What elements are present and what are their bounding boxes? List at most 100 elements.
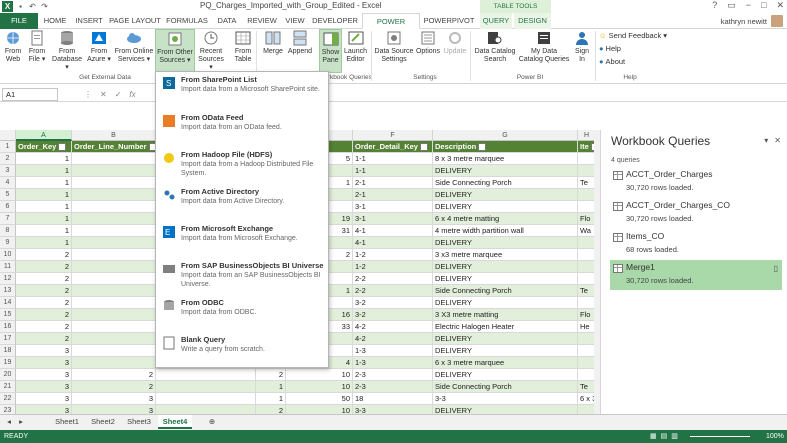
- table-cell[interactable]: 10: [286, 369, 353, 381]
- row-number[interactable]: 13: [0, 285, 16, 297]
- row-number[interactable]: 23: [0, 405, 16, 414]
- table-cell[interactable]: 1-2: [353, 261, 433, 273]
- table-cell[interactable]: 3: [72, 405, 156, 414]
- tab-query[interactable]: QUERY: [480, 13, 512, 29]
- table-cell[interactable]: [72, 345, 156, 357]
- tab-insert[interactable]: INSERT: [72, 13, 106, 29]
- merge-button[interactable]: Merge: [261, 29, 285, 73]
- table-cell[interactable]: 2: [16, 273, 72, 285]
- menu-item-sharepoint-list[interactable]: S From SharePoint List Import data from …: [156, 74, 328, 108]
- recent-sources-button[interactable]: Recent Sources ▾: [197, 29, 225, 73]
- table-cell[interactable]: 2: [16, 309, 72, 321]
- launch-editor-button[interactable]: Launch Editor: [343, 29, 368, 73]
- table-cell[interactable]: DELIVERY: [433, 261, 578, 273]
- new-sheet-icon[interactable]: ⊕: [206, 415, 218, 429]
- table-cell[interactable]: 10: [286, 381, 353, 393]
- row-number[interactable]: 9: [0, 237, 16, 249]
- my-data-catalog-queries-button[interactable]: My Data Catalog Queries: [518, 29, 570, 73]
- row-number[interactable]: 22: [0, 393, 16, 405]
- about-button[interactable]: ● About: [599, 57, 625, 66]
- zoom-slider[interactable]: [690, 436, 750, 437]
- table-cell[interactable]: 1: [256, 393, 286, 405]
- close-icon[interactable]: ✕: [776, 0, 784, 11]
- table-cell[interactable]: 2-2: [353, 273, 433, 285]
- table-cell[interactable]: DELIVERY: [433, 369, 578, 381]
- table-cell[interactable]: 1: [16, 225, 72, 237]
- table-cell[interactable]: 50: [286, 393, 353, 405]
- row-number[interactable]: 20: [0, 369, 16, 381]
- menu-item-sap-businessobjects[interactable]: From SAP BusinessObjects BI Universe Imp…: [156, 260, 328, 294]
- table-cell[interactable]: 2: [16, 333, 72, 345]
- from-table-button[interactable]: From Table: [231, 29, 255, 73]
- table-cell[interactable]: [156, 381, 256, 393]
- filter-dropdown-icon[interactable]: [58, 143, 67, 152]
- row-number[interactable]: 17: [0, 333, 16, 345]
- menu-item-microsoft-exchange[interactable]: E From Microsoft Exchange Import data fr…: [156, 223, 328, 257]
- query-item[interactable]: ACCT_Order_Charges_CO 30,720 rows loaded…: [610, 198, 782, 228]
- table-cell[interactable]: DELIVERY: [433, 345, 578, 357]
- tab-power-query[interactable]: POWER QUERY: [362, 13, 420, 42]
- table-cell[interactable]: DELIVERY: [433, 405, 578, 414]
- column-header-a[interactable]: A: [16, 130, 72, 141]
- cancel-icon[interactable]: ✕: [100, 88, 107, 101]
- table-cell[interactable]: [72, 249, 156, 261]
- table-cell[interactable]: [72, 333, 156, 345]
- menu-item-hadoop-file[interactable]: From Hadoop File (HDFS) Import data from…: [156, 149, 328, 183]
- table-cell[interactable]: 2: [16, 261, 72, 273]
- append-button[interactable]: Append: [286, 29, 314, 73]
- help-icon[interactable]: ?: [712, 0, 717, 11]
- tab-developer[interactable]: DEVELOPER: [310, 13, 360, 29]
- table-cell[interactable]: 3: [16, 369, 72, 381]
- query-item-selected[interactable]: Merge1 30,720 rows loaded. ▯: [610, 260, 782, 290]
- tab-view[interactable]: VIEW: [282, 13, 308, 29]
- redo-icon[interactable]: ↷: [40, 2, 49, 11]
- row-number[interactable]: 4: [0, 177, 16, 189]
- from-web-button[interactable]: From Web: [2, 29, 24, 73]
- row-number[interactable]: 1: [0, 141, 16, 153]
- name-box[interactable]: A1: [2, 88, 58, 101]
- menu-item-active-directory[interactable]: From Active Directory Import data from A…: [156, 186, 328, 220]
- sign-in-button[interactable]: Sign In: [572, 29, 592, 73]
- table-cell[interactable]: 3 X3 metre matting: [433, 309, 578, 321]
- table-cell[interactable]: 3-3: [433, 393, 578, 405]
- row-number[interactable]: 10: [0, 249, 16, 261]
- table-cell[interactable]: [72, 165, 156, 177]
- tab-data[interactable]: DATA: [212, 13, 242, 29]
- table-cell[interactable]: DELIVERY: [433, 237, 578, 249]
- query-item[interactable]: Items_CO 68 rows loaded.: [610, 229, 782, 259]
- undo-icon[interactable]: ↶: [28, 2, 37, 11]
- table-cell[interactable]: 4-2: [353, 333, 433, 345]
- table-cell[interactable]: 1: [16, 177, 72, 189]
- table-cell[interactable]: DELIVERY: [433, 333, 578, 345]
- table-cell[interactable]: [72, 237, 156, 249]
- options-button[interactable]: Options: [415, 29, 441, 73]
- sheet-tab-sheet1[interactable]: Sheet1: [50, 415, 84, 429]
- table-cell[interactable]: 2: [256, 369, 286, 381]
- table-cell[interactable]: 2: [16, 321, 72, 333]
- view-mode-icons[interactable]: ▦▤▥: [650, 430, 682, 443]
- query-item[interactable]: ACCT_Order_Charges 30,720 rows loaded.: [610, 167, 782, 197]
- from-online-services-button[interactable]: From Online Services ▾: [114, 29, 154, 73]
- tab-design[interactable]: DESIGN: [514, 13, 551, 29]
- row-number[interactable]: 12: [0, 273, 16, 285]
- tab-powerpivot[interactable]: POWERPIVOT: [422, 13, 476, 29]
- table-cell[interactable]: 3-3: [353, 405, 433, 414]
- table-cell[interactable]: 3: [16, 357, 72, 369]
- table-cell[interactable]: 4-1: [353, 225, 433, 237]
- tab-review[interactable]: REVIEW: [244, 13, 280, 29]
- table-cell[interactable]: 1: [16, 237, 72, 249]
- tab-page-layout[interactable]: PAGE LAYOUT: [108, 13, 162, 29]
- table-cell[interactable]: 1-2: [353, 249, 433, 261]
- from-file-button[interactable]: From File ▾: [26, 29, 48, 73]
- tab-file[interactable]: FILE: [0, 13, 38, 29]
- row-number[interactable]: 19: [0, 357, 16, 369]
- table-cell[interactable]: 3: [16, 393, 72, 405]
- table-cell[interactable]: [72, 357, 156, 369]
- table-cell[interactable]: DELIVERY: [433, 201, 578, 213]
- ribbon-display-icon[interactable]: ▭: [727, 0, 736, 11]
- pane-options-icon[interactable]: ▾: [764, 136, 768, 145]
- more-options-icon[interactable]: ⋮: [84, 88, 92, 101]
- table-cell[interactable]: 1: [16, 201, 72, 213]
- table-cell[interactable]: 2: [16, 285, 72, 297]
- table-cell[interactable]: Side Connecting Porch: [433, 177, 578, 189]
